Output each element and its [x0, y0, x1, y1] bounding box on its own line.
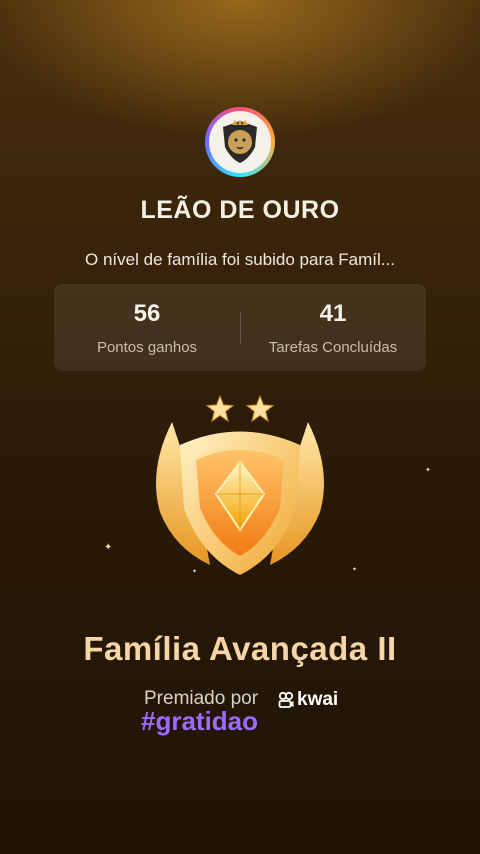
stat-points: 56 Pontos ganhos: [54, 284, 240, 371]
kwai-icon: [278, 691, 294, 708]
star-icon: [245, 394, 275, 423]
kwai-brand: kwai: [297, 689, 339, 710]
avatar[interactable]: [205, 107, 275, 177]
hashtag[interactable]: #gratidao: [141, 706, 258, 737]
stat-tasks: 41 Tarefas Concluídas: [240, 284, 426, 371]
points-label: Pontos ganhos: [96, 339, 198, 356]
kwai-logo: kwai: [277, 689, 338, 711]
sparkle-icon: ✦: [192, 569, 198, 575]
level-up-message: O nível de família foi subido para Famíl…: [85, 250, 395, 269]
sparkle-icon: ✦: [104, 542, 113, 553]
sparkle-icon: ✦: [352, 567, 358, 573]
tasks-value: 41: [319, 300, 347, 327]
username: LEÃO DE OURO: [140, 196, 340, 224]
star-icon: [205, 394, 235, 423]
tasks-label: Tarefas Concluídas: [268, 339, 398, 356]
points-value: 56: [133, 300, 161, 327]
family-level-badge-icon: [140, 390, 340, 590]
level-title: Família Avançada II: [83, 630, 397, 667]
stats-panel: 56 Pontos ganhos 41 Tarefas Concluídas: [54, 284, 426, 371]
sparkle-icon: ✦: [425, 467, 431, 474]
lion-logo-icon: [209, 111, 271, 173]
